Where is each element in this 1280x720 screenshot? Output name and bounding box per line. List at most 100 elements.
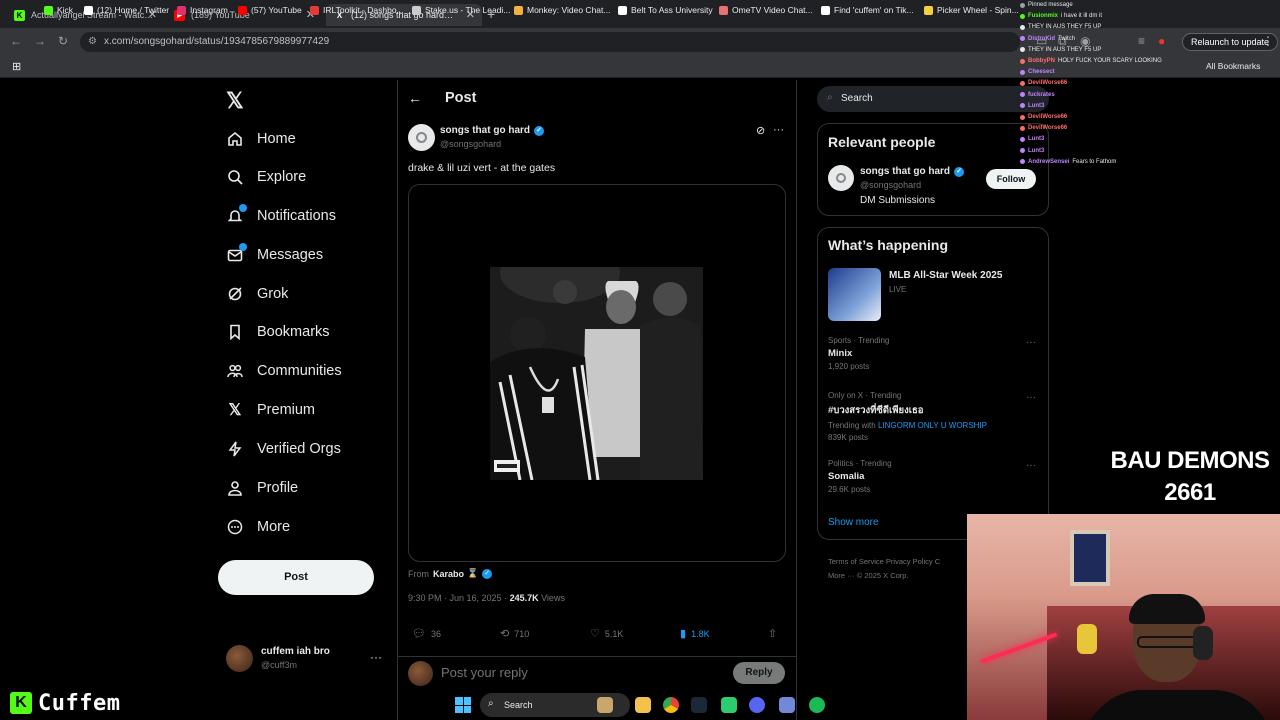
bookmark-belt[interactable]: Belt To Ass University — [618, 5, 713, 15]
reply-action[interactable]: 💬︎ 36 — [412, 627, 441, 640]
repost-action[interactable]: ⟲ 710 — [500, 627, 529, 640]
kick-favicon-icon: K — [14, 9, 25, 21]
site-info-icon[interactable]: ⚙ — [88, 36, 97, 47]
account-more-icon[interactable]: ··· — [370, 650, 382, 664]
file-explorer-icon[interactable] — [635, 697, 651, 713]
streamer — [1083, 594, 1273, 720]
mail-icon — [226, 243, 247, 264]
relevant-bio: DM Submissions — [860, 195, 936, 206]
nav-messages[interactable]: Messages — [226, 240, 323, 270]
divider — [397, 656, 797, 657]
notification-badge — [239, 204, 247, 212]
bookmark-monkey[interactable]: Monkey: Video Chat... — [514, 5, 610, 15]
forward-icon[interactable]: → — [34, 34, 46, 48]
grok-explain-icon[interactable]: ⊘ — [756, 124, 765, 137]
from-user-link[interactable]: Karabo — [433, 569, 464, 579]
neon-light — [980, 632, 1058, 664]
chat-message: DevilWorse66 — [1020, 80, 1070, 86]
trend-more-icon[interactable]: ··· — [1026, 337, 1036, 348]
obs-icon[interactable] — [749, 697, 765, 713]
like-action[interactable]: ♡ 5.1K — [590, 627, 623, 640]
account-avatar[interactable] — [226, 645, 253, 672]
nav-home[interactable]: Home — [226, 124, 296, 154]
bookmark-tiktok[interactable]: Find 'cuffem' on Tik... — [821, 5, 914, 15]
author-name[interactable]: songs that go hard ✓ — [440, 125, 544, 136]
trend-item[interactable]: Sports · Trending Minix 1,920 posts — [828, 336, 889, 371]
chrome-icon[interactable] — [663, 697, 679, 713]
show-more-link[interactable]: Show more — [828, 517, 879, 528]
author-handle: @songsgohard — [440, 139, 502, 149]
nav-grok[interactable]: Grok — [226, 279, 288, 309]
bookmark-picker-wheel[interactable]: Picker Wheel - Spin... — [924, 5, 1019, 15]
bookmark-stake[interactable]: Stake.us - The Leadi... — [412, 5, 510, 15]
x-logo-icon[interactable]: 𝕏 — [226, 88, 244, 114]
chat-text: THEY IN AUS THEY F5 UP — [1028, 46, 1102, 53]
nav-premium[interactable]: 𝕏 Premium — [226, 395, 315, 425]
widget-icon[interactable] — [597, 697, 613, 713]
account-name[interactable]: cuffem iah bro — [261, 646, 330, 657]
trend-item[interactable]: Politics · Trending Somalia 29.6K posts — [828, 459, 892, 494]
all-bookmarks-button[interactable]: All Bookmarks — [1206, 61, 1260, 71]
trend-more-icon[interactable]: ··· — [1026, 460, 1036, 471]
bookmark-instagram[interactable]: Instagram — [177, 5, 228, 15]
post-timestamp: 9:30 PM · Jun 16, 2025 · 245.7K Views — [408, 593, 565, 603]
bookmark-icon — [226, 323, 244, 341]
album-cover-image[interactable] — [490, 267, 703, 480]
chat-message: fuckrates — [1020, 92, 1058, 98]
browser-menu-icon[interactable]: ⋮ — [1262, 34, 1274, 48]
url-field[interactable]: ⚙ x.com/songsgohard/status/1934785679889… — [80, 32, 1020, 52]
nav-notifications[interactable]: Notifications — [226, 201, 336, 231]
footer-links[interactable]: Terms of Service Privacy Policy C More ·… — [828, 555, 940, 583]
author-avatar[interactable] — [408, 124, 435, 151]
windows-start-icon[interactable] — [455, 697, 471, 713]
app-icon[interactable] — [721, 697, 737, 713]
nav-explore[interactable]: Explore — [226, 162, 306, 192]
streamer-cap — [1129, 594, 1205, 624]
vinyl-disc-icon — [416, 132, 427, 143]
search-input[interactable]: ⌕ Search — [817, 86, 1049, 112]
bookmark-twitter[interactable]: (12) Home / Twitter — [84, 5, 169, 15]
relevant-avatar[interactable] — [828, 165, 854, 191]
reload-icon[interactable]: ↻ — [58, 34, 68, 48]
nav-verified-orgs[interactable]: Verified Orgs — [226, 434, 341, 464]
chat-username: BobbyPN — [1028, 58, 1055, 64]
nav-more[interactable]: More — [226, 512, 290, 542]
bookmark-irltoolkit[interactable]: IRLToolkit - Dashbo... — [310, 5, 404, 15]
mlb-event-title[interactable]: MLB All-Star Week 2025 — [889, 270, 1002, 281]
spotify-icon[interactable] — [809, 697, 825, 713]
back-icon[interactable]: ← — [10, 34, 22, 48]
streamer-glasses — [1137, 636, 1197, 648]
chat-username: DevilWorse66 — [1028, 125, 1068, 132]
bookmark-youtube[interactable]: (57) YouTube — [238, 5, 302, 15]
back-arrow-icon[interactable]: ← — [408, 90, 422, 106]
post-more-icon[interactable]: ··· — [773, 124, 784, 136]
nav-communities[interactable]: Communities — [226, 356, 342, 386]
mlb-thumbnail-image[interactable] — [828, 268, 881, 321]
discord-icon[interactable] — [779, 697, 795, 713]
chat-message: Cheesect — [1020, 69, 1058, 75]
share-action[interactable]: ⇧ — [768, 627, 782, 640]
trend-more-icon[interactable]: ··· — [1026, 392, 1036, 403]
reply-button[interactable]: Reply — [733, 662, 785, 684]
apps-grid-icon[interactable]: ⊞ — [12, 60, 21, 73]
steam-icon[interactable] — [691, 697, 707, 713]
bookmark-action[interactable]: ▮ 1.8K — [680, 627, 710, 640]
trend-link[interactable]: LINGORM ONLY U WORSHIP — [878, 421, 987, 430]
hourglass-emoji-icon: ⌛ — [467, 568, 479, 578]
reply-avatar — [408, 661, 433, 686]
bookmark-kick[interactable]: Kick — [44, 5, 73, 15]
post-button[interactable]: Post — [218, 560, 374, 595]
lightning-icon — [226, 440, 244, 458]
chat-username: DevilWorse66 — [1028, 114, 1068, 120]
trend-item[interactable]: Only on X · Trending #บวงสรวงที่ซีดีเพีย… — [828, 391, 987, 442]
youtube-bookmark-icon — [238, 5, 247, 15]
x-icon: 𝕏 — [228, 402, 242, 419]
bookmark-ometv[interactable]: OmeTV Video Chat... — [719, 5, 813, 15]
wall-poster — [1070, 530, 1110, 586]
reply-input[interactable]: Post your reply — [441, 665, 528, 680]
relevant-name[interactable]: songs that go hard ✓ — [860, 166, 964, 177]
monkey-bookmark-icon — [514, 5, 523, 15]
chat-message: Fusionmix i have it ill dm it — [1020, 13, 1102, 19]
nav-bookmarks[interactable]: Bookmarks — [226, 317, 330, 347]
nav-profile[interactable]: Profile — [226, 473, 298, 503]
